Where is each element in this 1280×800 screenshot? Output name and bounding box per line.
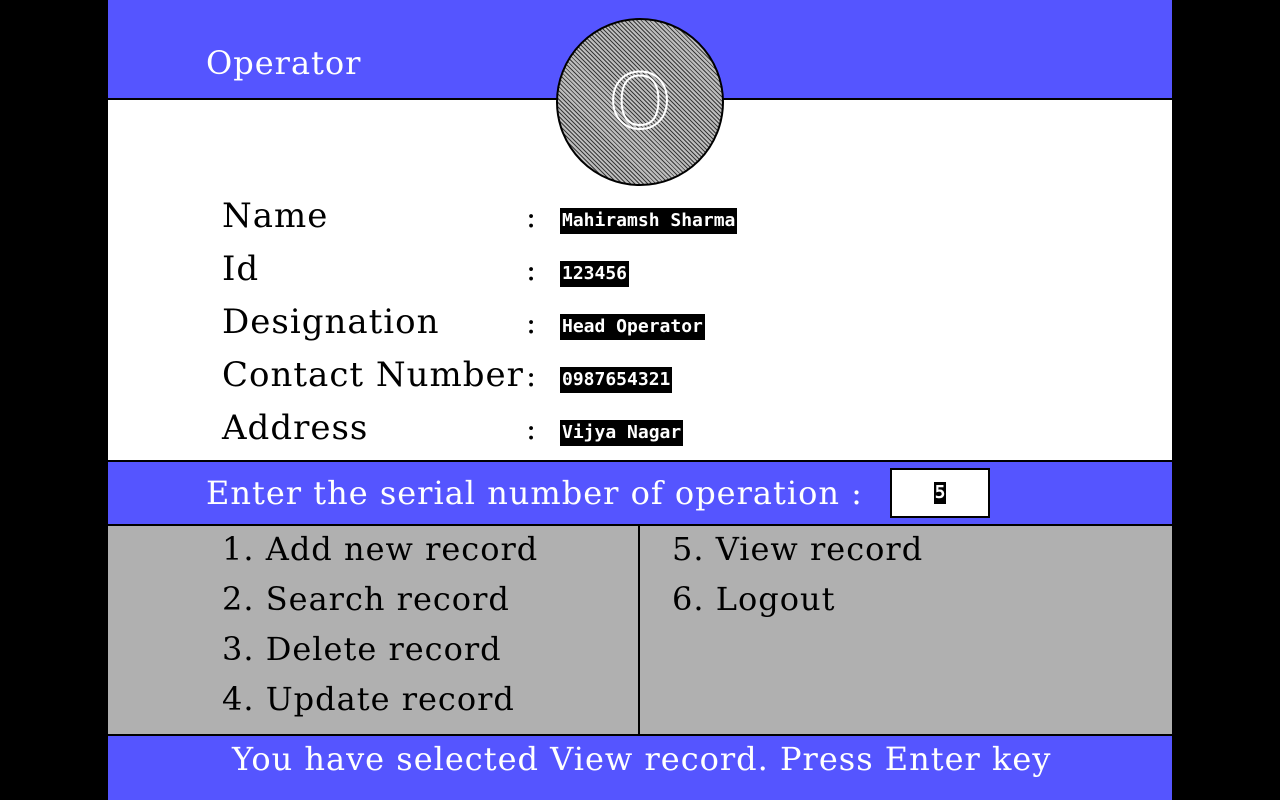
profile-row-id: Id : 123456 — [108, 249, 1172, 289]
menu-item-add-record[interactable]: 1. Add new record — [222, 530, 538, 568]
operation-prompt-bar: Enter the serial number of operation : 5 — [108, 460, 1172, 526]
profile-row-address: Address : Vijya Nagar — [108, 408, 1172, 448]
avatar-initial: O — [608, 57, 672, 146]
menu-item-update-record[interactable]: 4. Update record — [222, 680, 515, 718]
address-value: Vijya Nagar — [560, 420, 684, 446]
menu-item-search-record[interactable]: 2. Search record — [222, 580, 510, 618]
separator: : — [526, 412, 537, 447]
address-label: Address — [222, 408, 369, 448]
separator: : — [526, 306, 537, 341]
status-bar: You have selected View record. Press Ent… — [108, 734, 1172, 800]
menu-item-view-record[interactable]: 5. View record — [672, 530, 923, 568]
operation-number-input[interactable]: 5 — [890, 468, 990, 518]
separator: : — [526, 200, 537, 235]
name-value: Mahiramsh Sharma — [560, 208, 738, 234]
operator-screen: Operator O Name : Mahiramsh Sharma Id : … — [108, 0, 1172, 800]
id-label: Id — [222, 249, 260, 289]
profile-row-designation: Designation : Head Operator — [108, 302, 1172, 342]
operation-prompt-label: Enter the serial number of operation : — [206, 474, 863, 512]
separator: : — [526, 253, 537, 288]
avatar: O — [556, 18, 724, 186]
id-value: 123456 — [560, 261, 630, 287]
contact-number-value: 0987654321 — [560, 367, 673, 393]
contact-number-label: Contact Number — [222, 355, 524, 395]
separator: : — [526, 359, 537, 394]
operation-number-value[interactable]: 5 — [933, 482, 947, 504]
menu-column-left: 1. Add new record 2. Search record 3. De… — [108, 526, 640, 734]
menu-column-right: 5. View record 6. Logout — [640, 526, 1172, 734]
page-title: Operator — [206, 44, 362, 82]
operations-menu: 1. Add new record 2. Search record 3. De… — [108, 526, 1172, 734]
designation-label: Designation — [222, 302, 440, 342]
profile-row-name: Name : Mahiramsh Sharma — [108, 196, 1172, 236]
menu-item-delete-record[interactable]: 3. Delete record — [222, 630, 502, 668]
name-label: Name — [222, 196, 329, 236]
status-message: You have selected View record. Press Ent… — [232, 740, 1052, 778]
menu-item-logout[interactable]: 6. Logout — [672, 580, 835, 618]
designation-value: Head Operator — [560, 314, 705, 340]
profile-row-contact: Contact Number : 0987654321 — [108, 355, 1172, 395]
